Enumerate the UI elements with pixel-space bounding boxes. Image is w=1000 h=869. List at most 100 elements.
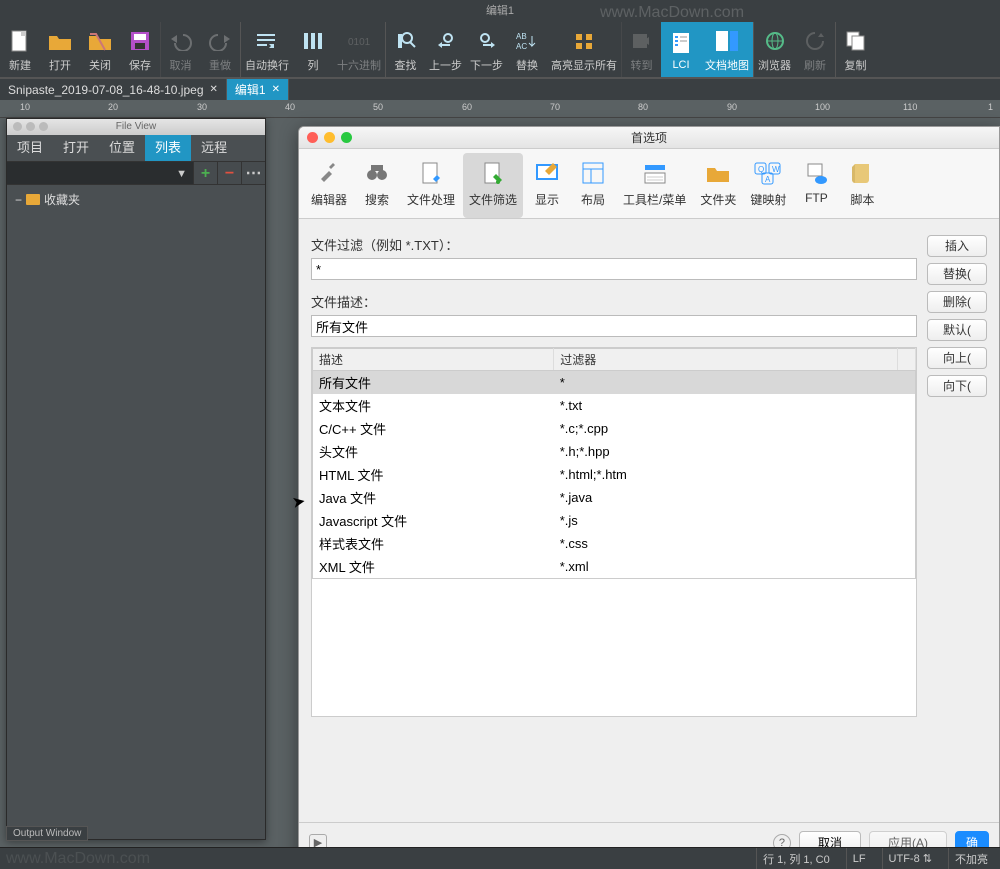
output-window-tab[interactable]: Output Window — [6, 826, 88, 841]
prefs-tab-label: 文件处理 — [407, 191, 455, 208]
toolbar-label: 下一步 — [470, 57, 503, 73]
file-view-tab-4[interactable]: 远程 — [191, 135, 237, 161]
table-row[interactable]: XML 文件*.xml — [313, 555, 916, 579]
toolbar-label: 十六进制 — [337, 57, 381, 73]
hilite-button[interactable]: 高亮显示所有 — [547, 22, 621, 77]
close-icon[interactable]: ✕ — [210, 84, 218, 95]
col-desc[interactable]: 描述 — [313, 349, 554, 371]
cell-filter: *.js — [554, 509, 898, 532]
prefs-tab-toolbar[interactable]: 工具栏/菜单 — [617, 153, 692, 218]
filter-input[interactable] — [311, 258, 917, 280]
side-button-3[interactable]: 默认( — [927, 319, 987, 341]
prev-button[interactable]: 上一步 — [425, 22, 466, 77]
replace-button[interactable]: ABAC替换 — [507, 22, 547, 77]
side-button-1[interactable]: 替换( — [927, 263, 987, 285]
remove-button[interactable]: − — [217, 162, 241, 184]
find-button[interactable]: 查找 — [385, 22, 425, 77]
traffic-lights[interactable] — [307, 132, 352, 143]
minimize-icon[interactable] — [324, 132, 335, 143]
prefs-tab-label: 文件筛选 — [469, 191, 517, 208]
prefs-tab-filefilter[interactable]: 文件筛选 — [463, 153, 523, 218]
svg-text:A: A — [765, 175, 771, 184]
table-row[interactable]: HTML 文件*.html;*.htm — [313, 463, 916, 486]
side-button-0[interactable]: 插入 — [927, 235, 987, 257]
close-icon[interactable] — [307, 132, 318, 143]
file-view-tab-0[interactable]: 项目 — [7, 135, 53, 161]
open-button[interactable]: 打开 — [40, 22, 80, 77]
docmap-button[interactable]: 文档地图 — [701, 22, 753, 77]
toolbar-label: 打开 — [49, 57, 71, 73]
prefs-tab-folder[interactable]: 文件夹 — [694, 153, 742, 218]
minus-icon: − — [15, 193, 22, 207]
hilite-icon — [570, 27, 598, 55]
cell-filter: *.java — [554, 486, 898, 509]
filter-table[interactable]: 描述 过滤器 所有文件*文本文件*.txtC/C++ 文件*.c;*.cpp头文… — [312, 348, 916, 579]
file-view-tab-2[interactable]: 位置 — [99, 135, 145, 161]
status-position: 行 1, 列 1, C0 — [756, 848, 836, 869]
prefs-tab-search[interactable]: 搜索 — [355, 153, 399, 218]
copy-button[interactable]: 复制 — [835, 22, 875, 77]
prefs-tab-layout[interactable]: 布局 — [571, 153, 615, 218]
filefilter-icon — [477, 157, 509, 189]
table-row[interactable]: 样式表文件*.css — [313, 532, 916, 555]
favorites-node[interactable]: − 收藏夹 — [15, 191, 257, 208]
add-button[interactable]: + — [193, 162, 217, 184]
col-filter[interactable]: 过滤器 — [554, 349, 898, 371]
new-button[interactable]: 新建 — [0, 22, 40, 77]
zoom-icon[interactable] — [341, 132, 352, 143]
prefs-tab-script[interactable]: 脚本 — [840, 153, 884, 218]
ruler-mark: 50 — [373, 102, 383, 112]
table-row[interactable]: 所有文件* — [313, 371, 916, 395]
col-button[interactable]: 列 — [293, 22, 333, 77]
file-view-tab-3[interactable]: 列表 — [145, 135, 191, 161]
save-button[interactable]: 保存 — [120, 22, 160, 77]
file-view-combo[interactable]: ▼ — [7, 162, 193, 184]
save-icon — [126, 27, 154, 55]
side-button-4[interactable]: 向上( — [927, 347, 987, 369]
refresh-icon — [801, 27, 829, 55]
prefs-tab-display[interactable]: 显示 — [525, 153, 569, 218]
toolbar-label: 高亮显示所有 — [551, 57, 617, 73]
window-controls[interactable] — [13, 122, 48, 131]
side-button-5[interactable]: 向下( — [927, 375, 987, 397]
file-view-tab-1[interactable]: 打开 — [53, 135, 99, 161]
prefs-titlebar: 首选项 — [299, 127, 999, 149]
prefs-tab-label: FTP — [805, 191, 828, 205]
table-row[interactable]: 头文件*.h;*.hpp — [313, 440, 916, 463]
status-eol[interactable]: LF — [846, 848, 872, 869]
doc-tab[interactable]: Snipaste_2019-07-08_16-48-10.jpeg✕ — [0, 79, 227, 100]
more-button[interactable]: ⋯ — [241, 162, 265, 184]
table-row[interactable]: 文本文件*.txt — [313, 394, 916, 417]
tools-icon — [313, 157, 345, 189]
table-row[interactable]: Java 文件*.java — [313, 486, 916, 509]
prefs-tab-label: 显示 — [535, 191, 559, 208]
close-icon[interactable]: ✕ — [272, 84, 280, 95]
doc-tab[interactable]: 编辑1✕ — [227, 79, 289, 100]
table-row[interactable]: Javascript 文件*.js — [313, 509, 916, 532]
ruler-mark: 30 — [197, 102, 207, 112]
status-encoding[interactable]: UTF-8 ⇅ — [882, 848, 938, 869]
ruler-mark: 70 — [550, 102, 560, 112]
prefs-tab-editor[interactable]: 编辑器 — [305, 153, 353, 218]
next-button[interactable]: 下一步 — [466, 22, 507, 77]
lci-icon — [667, 29, 695, 57]
status-highlight[interactable]: 不加亮 — [948, 848, 994, 869]
prefs-body: 文件过滤（例如 *.TXT）： 文件描述： 描述 过滤器 所有文件*文本文件*.… — [299, 219, 999, 822]
side-button-2[interactable]: 删除( — [927, 291, 987, 313]
browser-button[interactable]: 浏览器 — [753, 22, 795, 77]
prefs-tab-label: 布局 — [581, 191, 605, 208]
prefs-tab-keymap[interactable]: QWA键映射 — [744, 153, 792, 218]
toolbar-label: 文档地图 — [705, 57, 749, 73]
lci-button[interactable]: LCI — [661, 22, 701, 77]
wrap-button[interactable]: 自动换行 — [240, 22, 293, 77]
prefs-tab-filehandle[interactable]: 文件处理 — [401, 153, 461, 218]
layout-icon — [577, 157, 609, 189]
svg-text:AB: AB — [516, 32, 527, 41]
prefs-tab-ftp[interactable]: FTP — [794, 153, 838, 218]
ruler-mark: 1 — [988, 102, 993, 112]
desc-input[interactable] — [311, 315, 917, 337]
ruler-mark: 60 — [462, 102, 472, 112]
table-row[interactable]: C/C++ 文件*.c;*.cpp — [313, 417, 916, 440]
prefs-side-buttons: 插入替换( 删除( 默认( 向上( 向下( — [927, 233, 987, 822]
close-button[interactable]: 关闭 — [80, 22, 120, 77]
